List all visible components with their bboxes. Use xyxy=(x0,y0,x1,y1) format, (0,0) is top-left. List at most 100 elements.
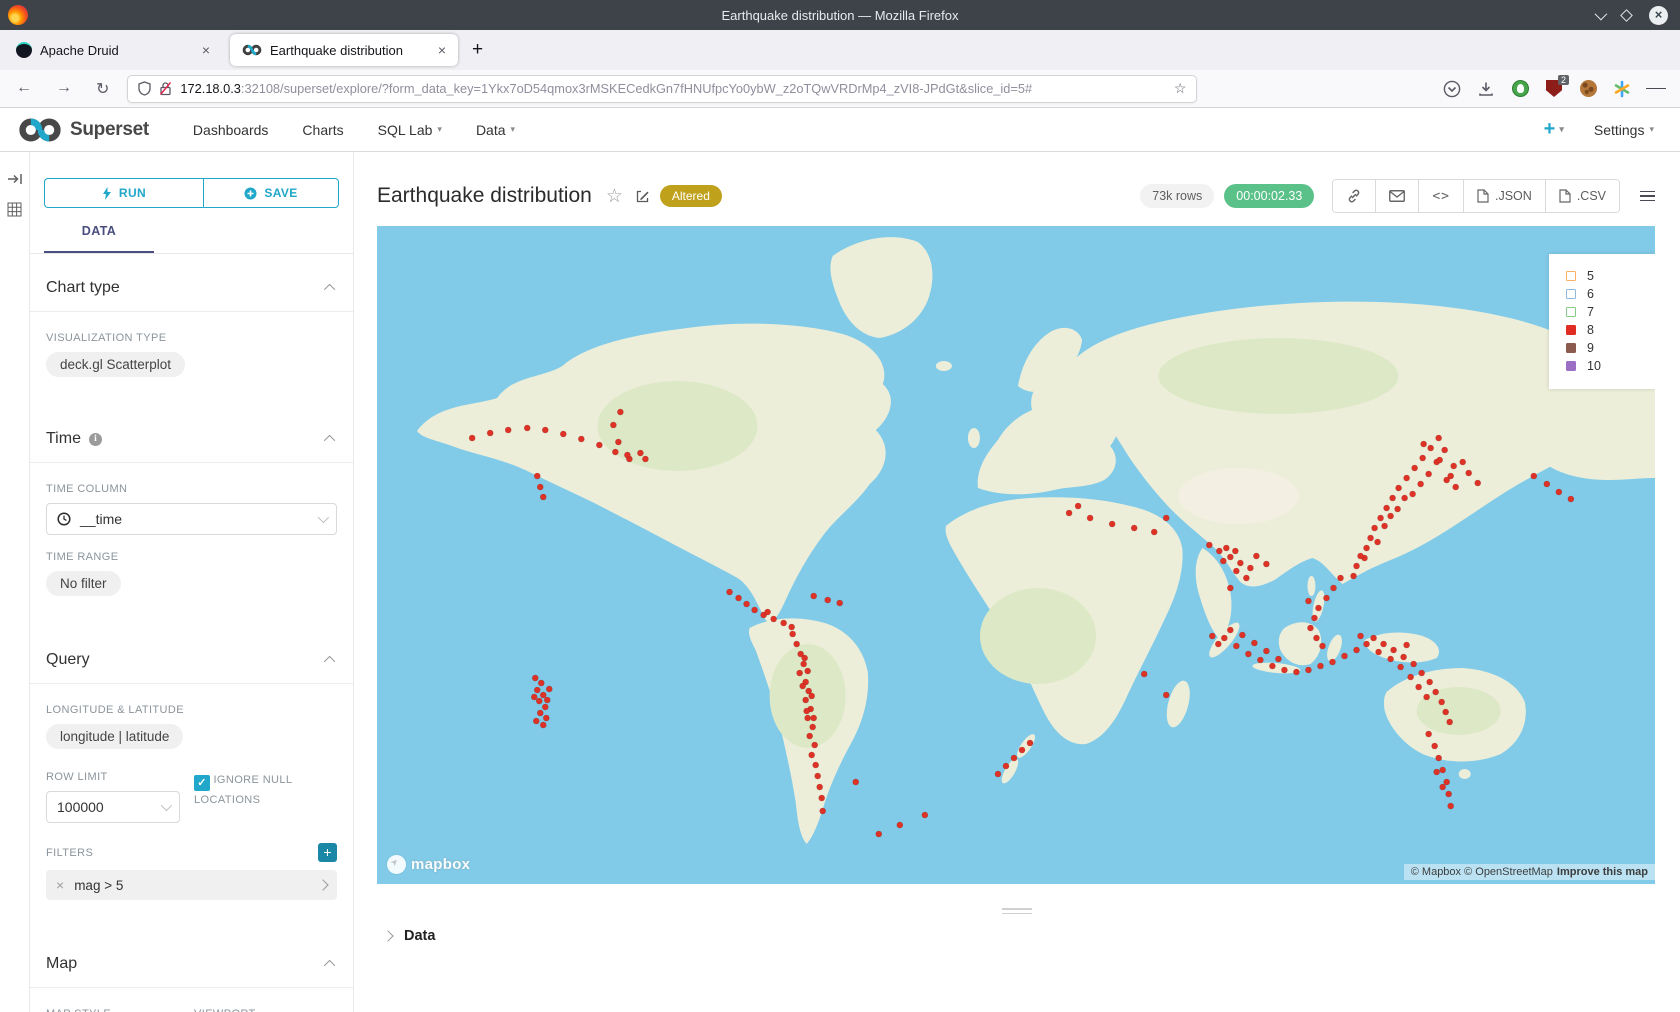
earthquake-point xyxy=(1027,740,1033,746)
copy-link-button[interactable] xyxy=(1333,180,1375,212)
map-style-label: MAP STYLE xyxy=(46,1008,180,1012)
bookmark-star-icon[interactable]: ☆ xyxy=(1174,80,1187,97)
time-column-select[interactable]: __time xyxy=(46,503,337,535)
mapbox-logo[interactable]: mapbox xyxy=(387,855,470,874)
altered-badge[interactable]: Altered xyxy=(660,185,722,207)
export-json-button[interactable]: .JSON xyxy=(1463,180,1545,212)
earthquake-point xyxy=(540,494,546,500)
earthquake-point xyxy=(1364,545,1370,551)
data-panel-toggle[interactable]: Data xyxy=(354,918,1680,944)
earthquake-point xyxy=(803,697,809,703)
earthquake-point xyxy=(1281,667,1287,673)
collapse-rail-icon[interactable] xyxy=(7,172,23,186)
earthquake-point xyxy=(534,687,540,693)
earthquake-point xyxy=(1448,803,1454,809)
add-filter-button[interactable]: + xyxy=(318,843,337,862)
tab-close-icon[interactable]: × xyxy=(200,42,212,58)
lonlat-value[interactable]: longitude | latitude xyxy=(46,724,183,749)
earthquake-point xyxy=(1451,463,1457,469)
lock-broken-icon[interactable] xyxy=(159,81,172,96)
earthquake-point xyxy=(1221,635,1227,641)
email-button[interactable] xyxy=(1375,180,1418,212)
dataset-grid-icon[interactable] xyxy=(7,202,22,217)
chevron-up-icon xyxy=(324,284,335,295)
earthquake-point xyxy=(1440,784,1446,790)
world-map-canvas[interactable] xyxy=(377,226,1655,884)
legend-item: 8 xyxy=(1566,323,1647,337)
legend-label: 6 xyxy=(1587,287,1594,301)
map-attribution[interactable]: © Mapbox © OpenStreetMapImprove this map xyxy=(1404,864,1655,880)
browser-tab-druid[interactable]: Apache Druid × xyxy=(4,34,222,66)
chevron-right-icon xyxy=(317,879,328,890)
checkbox-checked-icon[interactable]: ✓ xyxy=(194,775,210,791)
earthquake-point xyxy=(546,686,552,692)
left-icon-rail xyxy=(0,152,30,1012)
drag-handle-icon[interactable] xyxy=(1002,908,1032,914)
earthquake-point xyxy=(1342,653,1348,659)
window-minimize-button[interactable] xyxy=(1595,7,1608,20)
earthquake-point xyxy=(1269,663,1275,669)
save-button[interactable]: SAVE xyxy=(203,178,339,208)
back-button[interactable]: ← xyxy=(16,79,32,99)
window-maximize-button[interactable] xyxy=(1620,9,1633,22)
nav-dashboards[interactable]: Dashboards xyxy=(193,122,269,138)
pocket-icon[interactable] xyxy=(1442,79,1462,99)
embed-code-button[interactable]: <> xyxy=(1418,180,1463,212)
legend-item: 6 xyxy=(1566,287,1647,301)
section-query[interactable]: Query xyxy=(30,626,353,684)
tab-close-icon[interactable]: × xyxy=(436,42,448,58)
extension-asterisk-icon[interactable] xyxy=(1612,79,1632,99)
time-range-value[interactable]: No filter xyxy=(46,571,121,596)
deckgl-map[interactable]: 5678910 mapbox © Mapbox © OpenStreetMapI… xyxy=(377,226,1655,884)
legend-label: 8 xyxy=(1587,323,1594,337)
earthquake-point xyxy=(1087,515,1093,521)
reload-button[interactable]: ↻ xyxy=(96,79,109,99)
earthquake-point xyxy=(1384,505,1390,511)
earthquake-point xyxy=(538,680,544,686)
earthquake-point xyxy=(1391,647,1397,653)
window-close-button[interactable]: × xyxy=(1649,6,1668,25)
earthquake-point xyxy=(807,733,813,739)
remove-filter-icon[interactable]: × xyxy=(56,877,64,893)
ignore-null-checkbox[interactable]: ✓ IGNORE NULL LOCATIONS xyxy=(194,771,337,810)
earthquake-point xyxy=(1233,568,1239,574)
earthquake-point xyxy=(1141,671,1147,677)
section-map[interactable]: Map xyxy=(30,930,353,988)
download-icon[interactable] xyxy=(1476,79,1496,99)
tab-data[interactable]: DATA xyxy=(44,224,154,253)
privacy-badger-icon[interactable] xyxy=(1510,79,1530,99)
earthquake-point xyxy=(1432,743,1438,749)
new-tab-button[interactable]: + xyxy=(472,39,483,61)
menu-hamburger-icon[interactable] xyxy=(1646,79,1666,99)
earthquake-point xyxy=(817,784,823,790)
legend-swatch xyxy=(1566,361,1576,371)
chart-menu-button[interactable] xyxy=(1640,188,1655,204)
nav-charts[interactable]: Charts xyxy=(302,122,343,138)
shield-icon[interactable] xyxy=(138,81,151,96)
section-chart-type[interactable]: Chart type xyxy=(30,254,353,312)
filter-chip[interactable]: × mag > 5 xyxy=(46,870,337,900)
viz-type-value[interactable]: deck.gl Scatterplot xyxy=(46,352,185,377)
settings-menu[interactable]: Settings▾ xyxy=(1594,122,1654,138)
new-item-button[interactable]: +▾ xyxy=(1544,118,1564,141)
section-time[interactable]: Timei xyxy=(30,405,353,463)
row-limit-select[interactable]: 100000 xyxy=(46,791,180,823)
improve-map-link[interactable]: Improve this map xyxy=(1557,866,1648,878)
cookie-icon[interactable] xyxy=(1578,79,1598,99)
nav-sql-lab[interactable]: SQL Lab▾ xyxy=(378,122,442,138)
forward-button[interactable]: → xyxy=(56,79,72,99)
file-icon xyxy=(1477,189,1489,203)
earthquake-point xyxy=(1427,679,1433,685)
earthquake-point xyxy=(1544,481,1550,487)
ublock-icon[interactable]: 2 xyxy=(1544,79,1564,99)
superset-logo[interactable]: Superset xyxy=(0,117,163,143)
code-icon: <> xyxy=(1432,189,1450,204)
edit-icon[interactable] xyxy=(635,189,650,204)
browser-tab-earthquake[interactable]: Earthquake distribution × xyxy=(230,34,458,66)
url-bar[interactable]: 172.18.0.3:32108/superset/explore/?form_… xyxy=(127,75,1197,103)
export-csv-button[interactable]: .CSV xyxy=(1545,180,1619,212)
run-button[interactable]: RUN xyxy=(44,178,203,208)
nav-data[interactable]: Data▾ xyxy=(476,122,515,138)
caret-down-icon: ▾ xyxy=(1649,124,1654,135)
favorite-star-icon[interactable]: ☆ xyxy=(606,185,623,208)
